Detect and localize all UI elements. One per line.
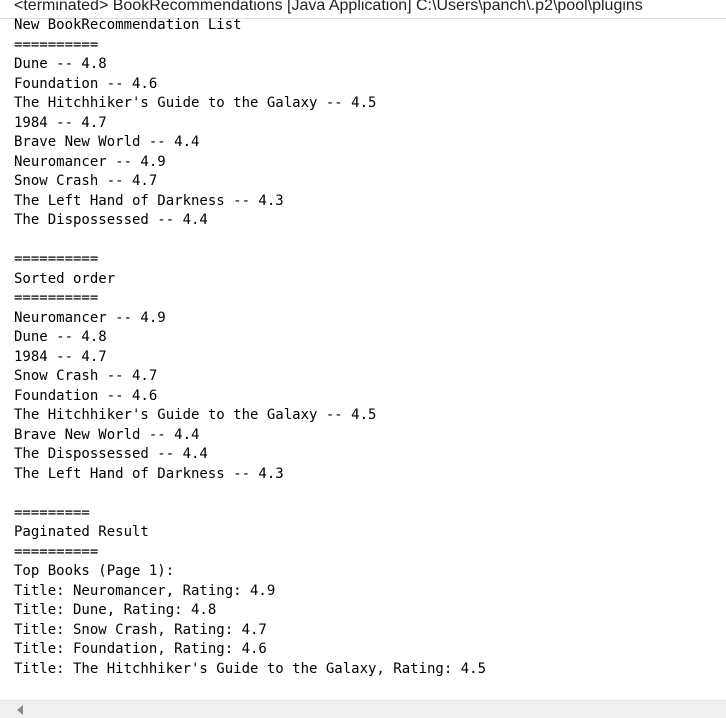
console-line: Sorted order [14,270,116,287]
console-line: ========== [14,251,99,267]
console-line: Title: Snow Crash, Rating: 4.7 [14,621,267,638]
horizontal-scrollbar[interactable] [0,700,726,718]
console-line: Snow Crash -- 4.7 [14,173,158,189]
console-line: Foundation -- 4.6 [14,75,158,92]
console-line: Snow Crash -- 4.7 [14,368,158,384]
console-line: Dune -- 4.8 [14,56,107,72]
console-line: Title: Foundation, Rating: 4.6 [14,641,267,657]
console-line: ========= [14,504,90,521]
console-line: Title: Neuromancer, Rating: 4.9 [14,582,276,599]
console-line: Neuromancer -- 4.9 [14,309,166,326]
console-line: Title: The Hitchhiker's Guide to the Gal… [14,660,487,677]
console-line: The Hitchhiker's Guide to the Galaxy -- … [14,407,377,423]
console-line: The Hitchhiker's Guide to the Galaxy -- … [14,95,377,111]
console-output[interactable]: New BookRecommendation List ========== Dun… [14,16,722,679]
chevron-left-icon[interactable] [17,705,23,715]
console-line: The Dispossessed -- 4.4 [14,446,208,462]
console-line: ========== [14,543,99,560]
console-line: Neuromancer -- 4.9 [14,153,166,170]
console-line: Brave New World -- 4.4 [14,134,200,150]
console-line: Brave New World -- 4.4 [14,426,200,443]
console-line: ========== [14,290,99,306]
console-line: ========== [14,36,99,53]
console-line: Paginated Result [14,524,149,540]
console-line: Foundation -- 4.6 [14,387,158,404]
console-line: New BookRecommendation List [14,17,242,33]
console-line: Dune -- 4.8 [14,329,107,345]
console-line: 1984 -- 4.7 [14,348,107,365]
console-line: The Dispossessed -- 4.4 [14,212,208,228]
console-line: The Left Hand of Darkness -- 4.3 [14,192,284,209]
console-view[interactable]: <terminated> BookRecommendations [Java A… [0,0,726,718]
console-line: Top Books (Page 1): [14,563,175,579]
console-line: The Left Hand of Darkness -- 4.3 [14,465,284,482]
console-title: <terminated> BookRecommendations [Java A… [14,0,643,14]
console-line: Title: Dune, Rating: 4.8 [14,602,217,618]
console-line: 1984 -- 4.7 [14,114,107,131]
